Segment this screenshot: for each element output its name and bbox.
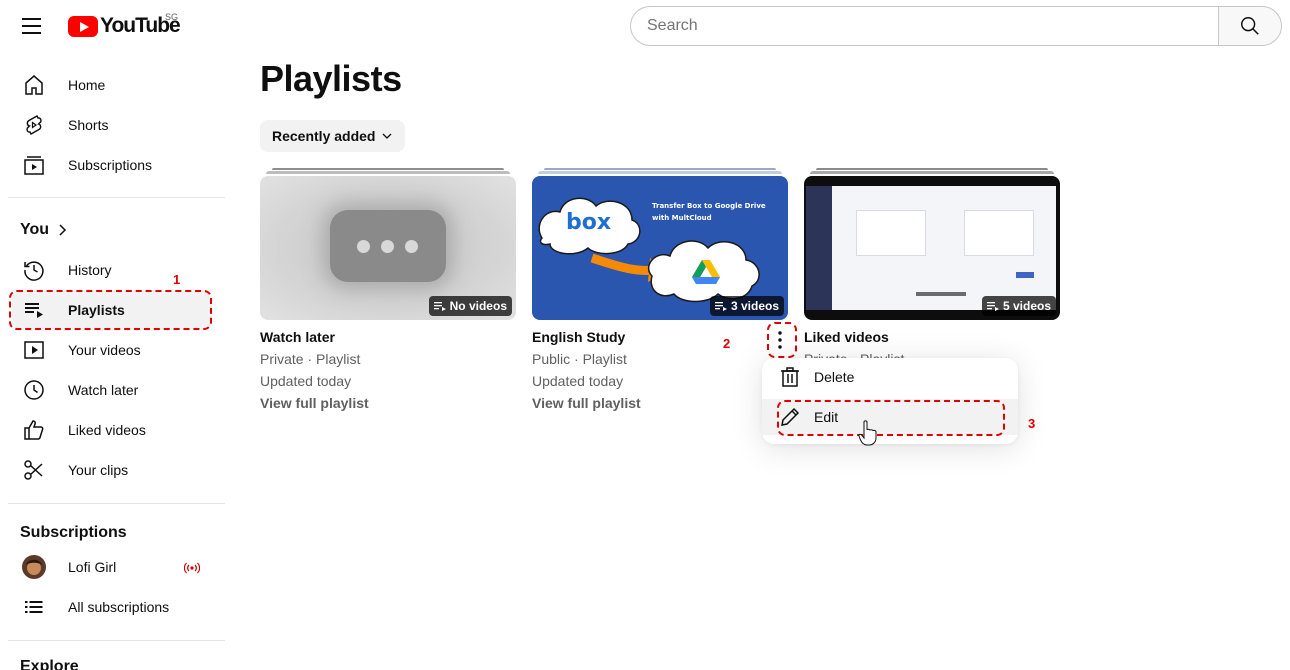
- playlist-title[interactable]: Liked videos: [804, 329, 889, 345]
- sidebar-divider: [8, 503, 225, 504]
- playlist-visibility: Public · Playlist: [532, 351, 627, 367]
- sidebar-item-label: All subscriptions: [68, 599, 170, 615]
- video-count-badge: 3 videos: [709, 296, 784, 316]
- page-title: Playlists: [260, 58, 402, 99]
- sidebar-item-history[interactable]: History: [12, 250, 212, 290]
- playlist-title[interactable]: Watch later: [260, 329, 335, 345]
- playlist-thumbnail[interactable]: 5 videos: [804, 176, 1060, 320]
- annotation-number-3: 3: [1028, 416, 1036, 431]
- explore-section-title: Explore: [20, 658, 79, 670]
- hand-cursor-icon: [858, 420, 877, 446]
- sidebar-item-watch-later[interactable]: Watch later: [12, 370, 212, 410]
- thumbnail-screenshot: [806, 186, 1056, 310]
- view-full-playlist-link[interactable]: View full playlist: [532, 395, 641, 411]
- playlist-small-icon: [433, 302, 446, 311]
- home-icon: [25, 75, 43, 95]
- history-icon: [24, 261, 44, 281]
- sort-label: Recently added: [272, 128, 376, 144]
- sidebar-item-label: Your videos: [68, 342, 141, 358]
- sidebar-item-lofi-girl[interactable]: Lofi Girl: [12, 547, 212, 587]
- sidebar-item-shorts[interactable]: Shorts: [12, 105, 212, 145]
- menu-item-label: Delete: [814, 369, 855, 385]
- playlist-stack-edge: [816, 168, 1048, 170]
- playlist-stack-edge: [266, 171, 510, 174]
- sidebar-item-liked-videos[interactable]: Liked videos: [12, 410, 212, 450]
- playlist-thumbnail[interactable]: box Transfer Box to Google Drive with Mu…: [532, 176, 788, 320]
- youtube-play-icon: [68, 15, 98, 37]
- playlist-updated: Updated today: [532, 373, 624, 389]
- playlist-updated: Updated today: [260, 373, 352, 389]
- thumbnail-caption: Transfer Box to Google Drive with MultCl…: [652, 202, 766, 222]
- channel-avatar: [22, 555, 46, 579]
- view-full-playlist-link[interactable]: View full playlist: [260, 395, 369, 411]
- video-count-text: No videos: [449, 299, 507, 313]
- playlist-stack-edge: [544, 168, 776, 170]
- trash-icon: [781, 367, 799, 387]
- playlist-small-icon: [986, 302, 999, 311]
- annotation-box-1: [9, 290, 212, 330]
- sidebar-item-label: History: [68, 262, 112, 278]
- sidebar-item-label: Watch later: [68, 382, 139, 398]
- youtube-logo[interactable]: YouTube: [68, 14, 181, 38]
- playlist-stack-edge: [810, 171, 1054, 174]
- playlist-thumbnail[interactable]: No videos: [260, 176, 516, 320]
- annotation-box-3: [777, 400, 1005, 436]
- sidebar-item-label: Shorts: [68, 117, 109, 133]
- country-code: SG: [165, 12, 179, 22]
- thumbs-up-icon: [24, 420, 44, 440]
- sidebar-divider: [8, 197, 225, 198]
- chevron-down-icon: [383, 133, 392, 139]
- playlist-stack-edge: [272, 168, 504, 170]
- sidebar-item-subscriptions[interactable]: Subscriptions: [12, 145, 212, 185]
- sidebar-item-all-subscriptions[interactable]: All subscriptions: [12, 587, 212, 627]
- search-icon: [1241, 17, 1259, 35]
- sidebar-item-home[interactable]: Home: [12, 65, 212, 105]
- video-count-badge: No videos: [428, 296, 512, 316]
- menu-icon[interactable]: [20, 14, 44, 38]
- playlist-title[interactable]: English Study: [532, 329, 625, 345]
- playlist-stack-edge: [538, 171, 782, 174]
- sidebar-item-label: Home: [68, 77, 106, 93]
- search-bar: [630, 6, 1282, 46]
- playlist-small-icon: [714, 302, 727, 311]
- subscriptions-section-title: Subscriptions: [20, 524, 127, 541]
- annotation-box-2: [767, 322, 797, 358]
- scissors-icon: [24, 460, 43, 480]
- menu-item-delete[interactable]: Delete: [762, 359, 1018, 395]
- video-count-text: 3 videos: [730, 299, 779, 313]
- placeholder-thumbnail-icon: [330, 210, 446, 282]
- chevron-right-icon: [59, 224, 67, 236]
- box-logo-text: box: [566, 210, 612, 235]
- playlist-visibility: Private · Playlist: [260, 351, 361, 367]
- sidebar-item-your-clips[interactable]: Your clips: [12, 450, 212, 490]
- search-button[interactable]: [1218, 6, 1282, 46]
- sidebar-item-label: Liked videos: [68, 422, 146, 438]
- subscriptions-icon: [24, 156, 44, 175]
- live-broadcast-icon: [184, 562, 200, 574]
- shorts-icon: [26, 115, 42, 135]
- sidebar-item-your-videos[interactable]: Your videos: [12, 330, 212, 370]
- sidebar-item-label: Lofi Girl: [68, 559, 117, 575]
- watch-later-icon: [24, 380, 44, 400]
- video-count-text: 5 videos: [1002, 299, 1051, 313]
- search-input[interactable]: [630, 6, 1218, 46]
- annotation-number-1: 1: [173, 272, 181, 287]
- sidebar-item-label: Subscriptions: [68, 157, 153, 173]
- sort-dropdown[interactable]: Recently added: [260, 120, 406, 152]
- you-title: You: [20, 221, 50, 238]
- annotation-number-2: 2: [723, 336, 731, 351]
- list-icon: [25, 601, 43, 613]
- sidebar-item-label: Your clips: [68, 462, 129, 478]
- your-videos-icon: [24, 341, 44, 359]
- you-section-header[interactable]: You: [20, 221, 69, 239]
- sidebar-divider: [8, 640, 225, 641]
- video-count-badge: 5 videos: [981, 296, 1056, 316]
